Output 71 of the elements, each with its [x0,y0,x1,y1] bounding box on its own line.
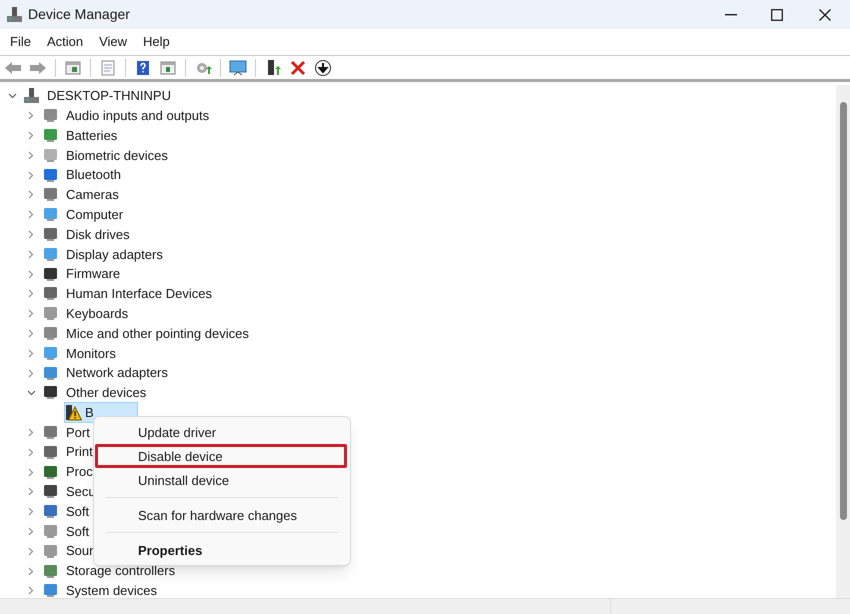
tree-item[interactable]: Display adapters [66,244,163,264]
device-icon [42,166,59,184]
tree-item[interactable]: Soft [66,502,90,522]
app-icon [7,7,22,22]
device-icon [42,483,59,500]
device-icon [42,305,59,322]
tree-item[interactable]: Other devices [66,383,146,403]
tree-item[interactable]: Mice and other pointing devices [66,324,249,344]
device-icon [42,562,59,580]
device-icon [42,384,59,402]
device-icon [42,344,59,362]
device-icon [42,464,59,481]
menu-item[interactable]: Uninstall device [95,468,347,492]
tree-item[interactable]: Disk drives [66,224,130,244]
tree-item[interactable]: Soft [66,522,90,542]
tree-item[interactable]: Cameras [66,185,119,205]
panel-icon [64,58,82,76]
tree-item[interactable]: Computer [66,204,124,224]
computer-icon [23,87,40,104]
help-icon [134,58,152,76]
tree-item[interactable]: Audio inputs and outputs [66,106,210,126]
close-icon [819,8,831,20]
device-icon [42,107,59,124]
minimize-icon [725,14,737,16]
device-icon [42,226,59,243]
device-icon [42,542,59,560]
tree-item[interactable]: Proc [66,462,93,482]
device-icon [42,424,59,441]
maximize-icon [771,8,783,20]
tree-item[interactable]: Firmware [66,264,120,284]
menu-item[interactable]: Scan for hardware changes [95,503,347,527]
tree-item[interactable]: Port [66,422,90,442]
menu-item[interactable]: File [2,31,39,53]
device-icon [42,364,59,382]
window-title: Device Manager [28,5,130,24]
device-icon [42,324,59,342]
device-icon [42,582,59,598]
device-icon [42,126,59,144]
device-icon [42,285,59,302]
monitor-icon [229,58,247,76]
remove-icon [289,58,307,76]
tree-item[interactable]: Keyboards [66,304,128,324]
menu-item[interactable]: Action [38,31,92,53]
tree-item[interactable]: Monitors [66,344,116,363]
menu-item[interactable]: Help [135,31,178,53]
sheet-icon [99,58,117,76]
tree-item[interactable]: System devices [66,581,158,598]
scrollbar-thumb[interactable] [840,102,846,520]
menu-item[interactable]: Properties [95,538,347,562]
tree-item[interactable]: Network adapters [66,363,168,383]
device-icon [42,246,59,263]
device-icon [42,503,59,520]
tree-item[interactable]: Biometric devices [66,146,168,166]
device-icon [42,206,59,224]
device-icon [42,522,59,540]
tree-item[interactable]: Human Interface Devices [66,284,212,304]
device-icon [42,186,59,204]
tree-item[interactable]: Batteries [66,126,118,146]
menu-item[interactable]: View [91,31,136,53]
menu-item[interactable]: Disable device [95,444,347,468]
collapse-chevron-icon[interactable] [25,390,37,396]
download-icon [314,58,332,76]
device-icon [42,266,59,283]
device-icon [42,444,59,461]
device-icon [42,146,59,164]
scrollbar[interactable] [836,85,850,598]
tree-item[interactable]: Bluetooth [66,165,121,185]
collapse-chevron-icon[interactable] [6,92,18,99]
tree-item[interactable]: Print [66,442,93,462]
panel-icon [159,58,177,76]
tree-item[interactable]: DESKTOP-THNINPU [47,86,171,106]
